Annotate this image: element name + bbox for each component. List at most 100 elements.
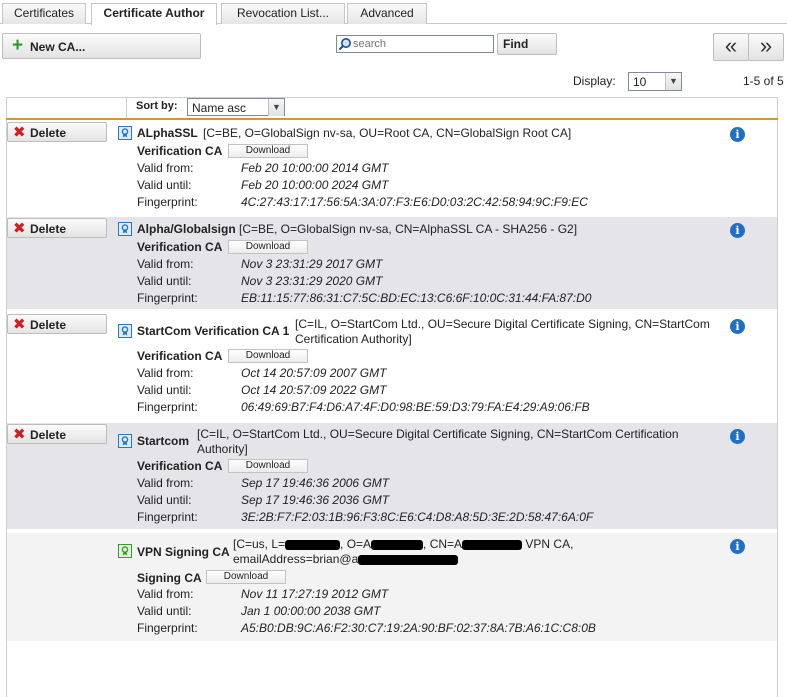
valid-until-label: Valid until:	[137, 178, 192, 192]
search-input[interactable]	[353, 36, 491, 52]
cert-subject-part: VPN CA,	[522, 537, 574, 551]
next-page-button[interactable]: »	[748, 33, 784, 61]
cert-subject: [C=BE, O=GlobalSign nv-sa, CN=AlphaSSL C…	[239, 222, 578, 236]
column-divider	[126, 97, 127, 118]
sort-label: Sort by:	[136, 100, 178, 112]
delete-label: Delete	[30, 126, 67, 140]
fingerprint-label: Fingerprint:	[137, 510, 198, 524]
cert-subject-part: [C=us, L=	[233, 537, 286, 551]
new-ca-label: New CA...	[30, 40, 86, 54]
fingerprint-label: Fingerprint:	[137, 621, 198, 635]
valid-from-value: Nov 3 23:31:29 2017 GMT	[241, 257, 383, 271]
fingerprint-value: A5:B0:DB:9C:A6:F2:30:C7:19:2A:90:BF:02:3…	[241, 621, 596, 635]
cert-subject: [C=us, L= , O=A , CN=A VPN CA, emailAddres…	[233, 537, 713, 571]
cert-type: Signing CA	[137, 571, 202, 585]
cert-subject: [C=IL, O=StartCom Ltd., OU=Secure Digita…	[295, 317, 710, 346]
tab-revocation-list[interactable]: Revocation List...	[221, 3, 345, 24]
cert-name: Startcom	[137, 434, 190, 448]
download-button[interactable]: Download	[228, 240, 308, 254]
info-icon[interactable]: i	[730, 539, 745, 554]
cert-subject-part: , CN=A	[423, 537, 463, 551]
cert-name: StartCom Verification CA 1	[137, 324, 290, 338]
redaction-mark	[371, 539, 424, 550]
cert-type: Verification CA	[137, 144, 223, 158]
valid-from-label: Valid from:	[137, 161, 194, 175]
delete-label: Delete	[30, 318, 67, 332]
valid-from-label: Valid from:	[137, 257, 194, 271]
valid-until-label: Valid until:	[137, 604, 192, 618]
plus-icon: +	[12, 35, 24, 56]
fingerprint-value: EB:11:15:77:86:31:C7:5C:BD:EC:13:C6:6F:1…	[241, 291, 592, 305]
search-box[interactable]	[336, 35, 494, 53]
sort-select[interactable]: Name asc ▼	[187, 98, 285, 116]
list-item: VPN Signing CA [C=us, L= , O=A , CN=A VPN …	[7, 533, 777, 641]
tab-certificates[interactable]: Certificates	[2, 3, 86, 24]
download-button[interactable]: Download	[228, 144, 308, 158]
certificate-icon	[118, 434, 132, 448]
list-item: ✖ Delete Alpha/Globalsign [C=BE, O=Globa…	[7, 217, 777, 309]
cert-name: VPN Signing CA	[137, 545, 230, 559]
cert-type: Verification CA	[137, 349, 223, 363]
tab-bar: Certificates Certificate Author Revocati…	[0, 0, 787, 25]
download-button[interactable]: Download	[228, 349, 308, 363]
cert-name: ALphaSSL	[137, 126, 198, 140]
search-icon	[338, 38, 351, 51]
valid-until-label: Valid until:	[137, 383, 192, 397]
valid-until-value: Sep 17 19:46:36 2036 GMT	[241, 493, 390, 507]
valid-until-value: Feb 20 10:00:00 2024 GMT	[241, 178, 389, 192]
delete-button[interactable]: ✖ Delete	[7, 218, 107, 238]
delete-label: Delete	[30, 428, 67, 442]
chevron-down-icon: ▼	[665, 73, 681, 90]
signing-certificate-icon	[118, 544, 132, 558]
tab-advanced[interactable]: Advanced	[347, 3, 427, 24]
info-icon[interactable]: i	[730, 429, 745, 444]
valid-until-label: Valid until:	[137, 274, 192, 288]
fingerprint-value: 4C:27:43:17:17:56:5A:3A:07:F3:E6:D0:03:2…	[241, 195, 588, 209]
find-button[interactable]: Find	[497, 33, 557, 55]
cert-name: Alpha/Globalsign	[137, 222, 236, 236]
tab-certificate-authority[interactable]: Certificate Author	[91, 3, 217, 25]
delete-icon: ✖	[13, 124, 26, 141]
redaction-mark	[358, 554, 459, 565]
fingerprint-value: 3E:2B:F7:F2:03:1B:96:F3:8C:E6:C4:D8:A8:5…	[241, 510, 594, 524]
display-label: Display:	[573, 74, 616, 88]
delete-button[interactable]: ✖ Delete	[7, 122, 107, 142]
list-item: ✖ Delete Startcom [C=IL, O=StartCom Ltd.…	[7, 423, 777, 529]
list-item: ✖ Delete ALphaSSL [C=BE, O=GlobalSign nv…	[7, 121, 777, 213]
valid-until-value: Nov 3 23:31:29 2020 GMT	[241, 274, 383, 288]
delete-button[interactable]: ✖ Delete	[7, 314, 107, 334]
delete-icon: ✖	[13, 426, 26, 443]
delete-button[interactable]: ✖ Delete	[7, 424, 107, 444]
result-range: 1-5 of 5	[743, 74, 784, 88]
cert-subject: [C=IL, O=StartCom Ltd., OU=Secure Digita…	[197, 427, 679, 456]
valid-from-label: Valid from:	[137, 366, 194, 380]
new-ca-button[interactable]: + New CA...	[2, 33, 201, 59]
valid-from-value: Nov 11 17:27:19 2012 GMT	[241, 587, 389, 601]
fingerprint-label: Fingerprint:	[137, 195, 198, 209]
display-count-select[interactable]: 10 ▼	[628, 72, 682, 91]
info-icon[interactable]: i	[730, 127, 745, 142]
valid-from-value: Feb 20 10:00:00 2014 GMT	[241, 161, 389, 175]
info-icon[interactable]: i	[730, 223, 745, 238]
delete-label: Delete	[30, 222, 67, 236]
valid-from-value: Sep 17 19:46:36 2006 GMT	[241, 476, 390, 490]
download-button[interactable]: Download	[206, 570, 286, 584]
cert-subject-part: , O=A	[340, 537, 372, 551]
chevron-down-icon: ▼	[268, 99, 284, 116]
valid-from-label: Valid from:	[137, 587, 194, 601]
valid-from-value: Oct 14 20:57:09 2007 GMT	[241, 366, 387, 380]
cert-type: Verification CA	[137, 240, 223, 254]
certificate-icon	[118, 324, 132, 338]
cert-subject-part: emailAddress=brian@a	[233, 552, 359, 566]
certificate-icon	[118, 222, 132, 236]
previous-page-button[interactable]: «	[713, 33, 749, 61]
sort-value: Name asc	[192, 101, 247, 115]
fingerprint-value: 06:49:69:B7:F4:D6:A7:4F:D0:98:BE:59:D3:7…	[241, 400, 590, 414]
info-icon[interactable]: i	[730, 319, 745, 334]
fingerprint-label: Fingerprint:	[137, 400, 198, 414]
fingerprint-label: Fingerprint:	[137, 291, 198, 305]
download-button[interactable]: Download	[228, 459, 308, 473]
list-item: ✖ Delete StartCom Verification CA 1 [C=I…	[7, 313, 777, 419]
cert-type: Verification CA	[137, 459, 223, 473]
redaction-mark	[285, 539, 341, 550]
